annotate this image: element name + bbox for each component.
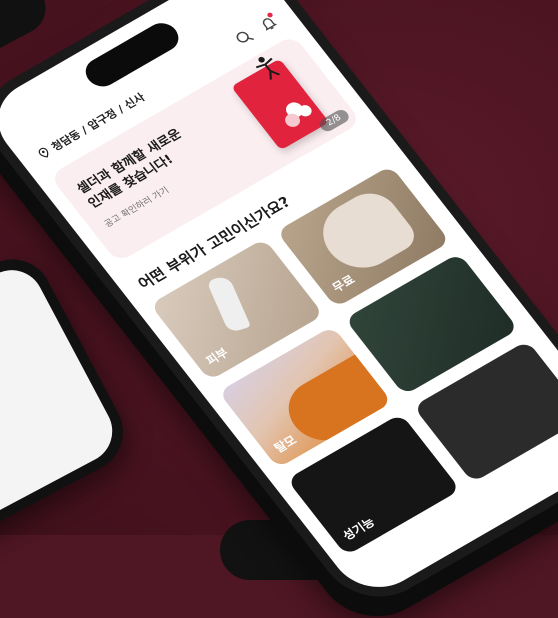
search-icon[interactable]: [231, 26, 258, 49]
bell-icon[interactable]: [255, 11, 282, 35]
body-image: [308, 184, 422, 281]
category-label: 피부: [203, 345, 232, 368]
banner-page-indicator: 2/8: [316, 107, 352, 134]
category-label: 탈모: [271, 433, 300, 456]
category-label: 무료: [329, 272, 358, 295]
skin-image: [206, 274, 251, 334]
pin-icon: [35, 145, 53, 161]
category-label: 성기능: [340, 515, 378, 543]
